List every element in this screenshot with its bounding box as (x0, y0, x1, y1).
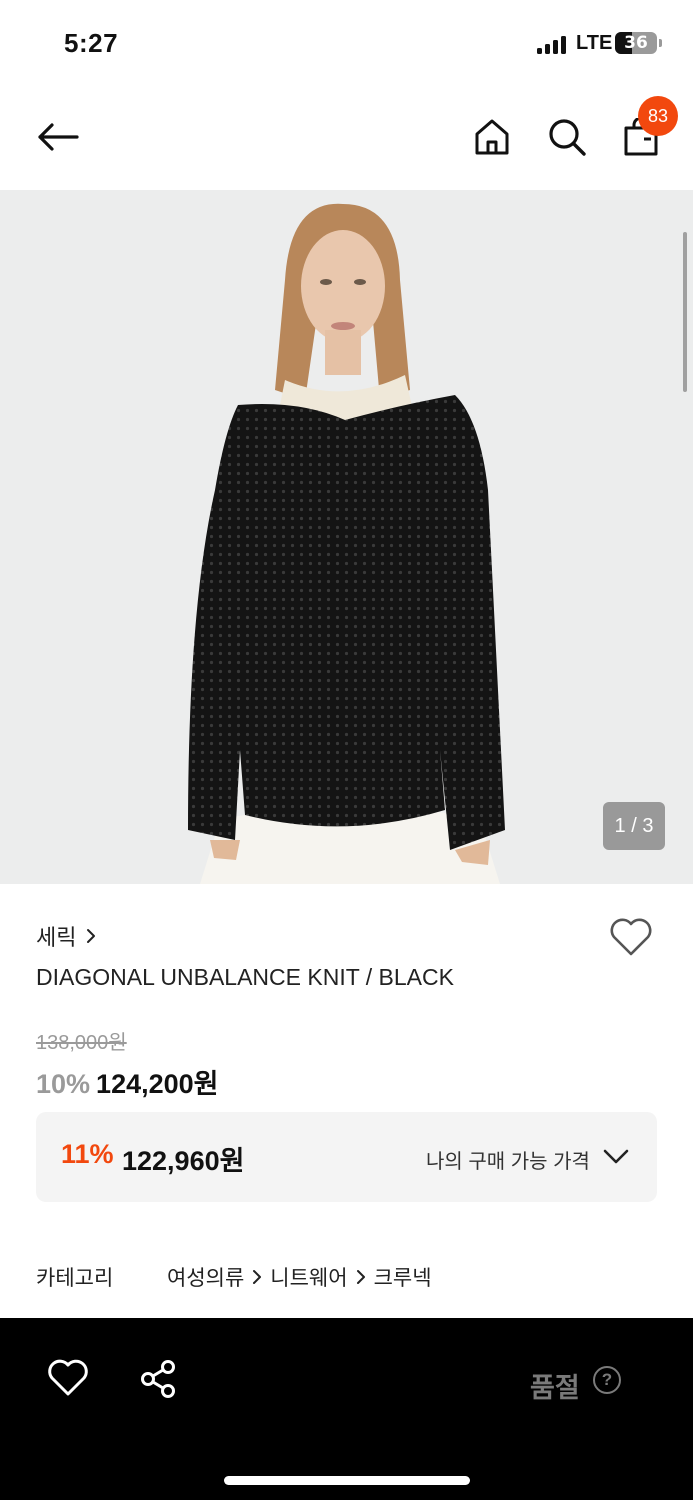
brand-link[interactable]: 세릭 (36, 920, 96, 952)
wishlist-button[interactable] (608, 916, 658, 964)
brand-name: 세릭 (36, 925, 77, 950)
arrow-left-icon (38, 123, 79, 151)
best-discount-rate: 11% (61, 1139, 114, 1169)
chevron-down-icon (603, 1149, 629, 1164)
bottom-action-bar: 품절 ? (0, 1318, 693, 1500)
home-indicator[interactable] (224, 1476, 470, 1485)
product-photo (0, 190, 693, 884)
status-bar: 5:27 LTE 36 (0, 0, 693, 88)
best-price-toggle[interactable]: 11% 122,960원 나의 구매 가능 가격 (36, 1112, 657, 1202)
home-icon (475, 119, 509, 155)
chevron-right-icon (87, 929, 96, 943)
category-crewneck[interactable]: 크루넥 (374, 1262, 432, 1292)
battery-level: 36 (624, 33, 648, 53)
search-button[interactable] (540, 110, 594, 164)
battery-icon: 36 (615, 32, 657, 54)
top-nav (0, 88, 693, 190)
back-button[interactable] (30, 110, 84, 164)
cart-count-badge: 83 (638, 96, 678, 136)
original-price: 138,000원 (36, 1032, 127, 1054)
share-button[interactable] (138, 1358, 180, 1400)
share-icon (141, 1360, 175, 1398)
bottom-wishlist-button[interactable] (46, 1358, 90, 1400)
network-label: LTE (576, 32, 613, 54)
category-knitwear[interactable]: 니트웨어 (270, 1262, 347, 1292)
category-women-clothing[interactable]: 여성의류 (167, 1262, 244, 1292)
chevron-right-icon (356, 1270, 365, 1284)
best-price-label: 나의 구매 가능 가격 (426, 1151, 590, 1173)
image-counter: 1 / 3 (603, 802, 665, 850)
signal-icon (537, 36, 569, 54)
product-image[interactable]: 1 / 3 (0, 190, 693, 884)
home-button[interactable] (465, 110, 519, 164)
search-icon (549, 119, 586, 156)
category-label: 카테고리 (36, 1267, 114, 1290)
help-icon[interactable]: ? (593, 1366, 621, 1394)
category-breadcrumb: 여성의류 니트웨어 크루넥 (167, 1262, 432, 1292)
chevron-right-icon (253, 1270, 262, 1284)
sale-price: 124,200원 (96, 1069, 219, 1099)
sold-out-label: 품절 (530, 1373, 580, 1403)
product-name: DIAGONAL UNBALANCE KNIT / BLACK (36, 964, 454, 990)
discount-row: 10% 124,200원 (36, 1062, 219, 1101)
best-price: 122,960원 (122, 1146, 245, 1176)
status-time: 5:27 (64, 28, 119, 58)
discount-rate: 10% (36, 1069, 91, 1099)
heart-icon (610, 918, 652, 956)
heart-icon (48, 1359, 88, 1396)
category-row: 카테고리 여성의류 니트웨어 크루넥 (36, 1262, 432, 1292)
image-scroll-indicator (683, 232, 687, 392)
